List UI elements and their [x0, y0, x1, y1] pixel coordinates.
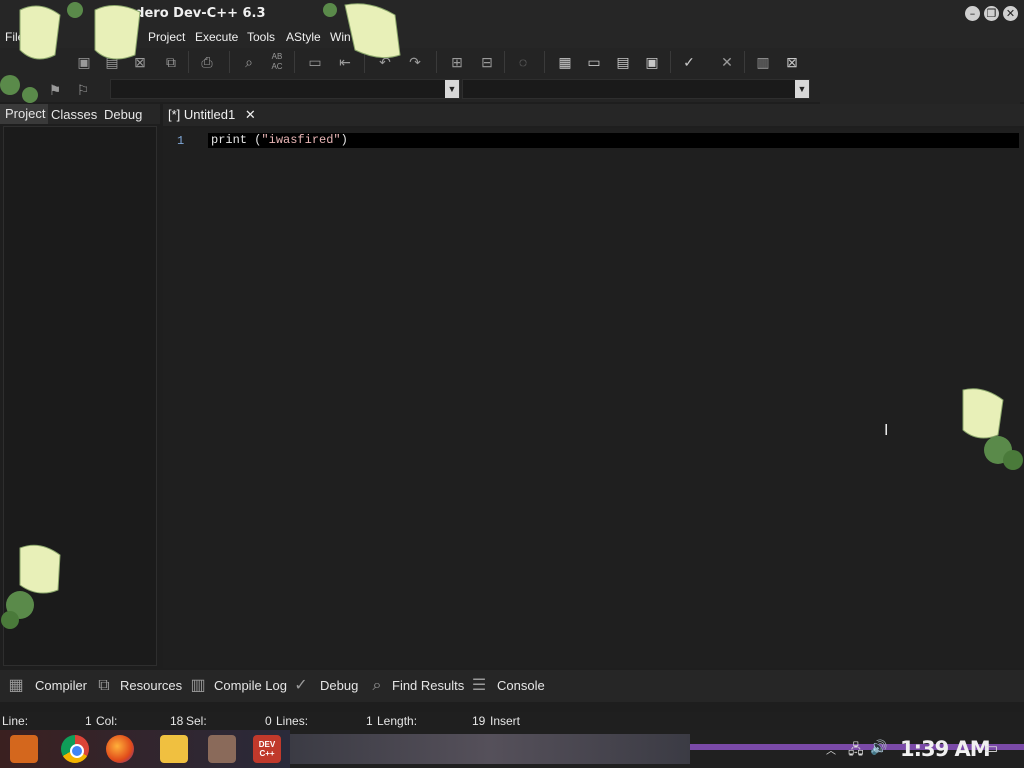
minimize-button[interactable]: –: [965, 6, 980, 21]
status-lines-label: Lines:: [276, 714, 309, 728]
volume-icon[interactable]: 🔊: [870, 739, 887, 756]
status-bar: Line: 1 Col: 18 Sel: 0 Lines: 1 Length: …: [0, 712, 1024, 730]
text-cursor-icon: I: [884, 422, 889, 439]
code-editor[interactable]: 1 print ("iwasfired"): [163, 128, 1024, 668]
comment-icon[interactable]: ◌: [512, 52, 534, 72]
check-icon: ✓: [294, 677, 308, 694]
tiles-icon[interactable]: ▣: [641, 52, 663, 72]
line-number: 1: [177, 134, 185, 148]
console-icon: ☰: [471, 677, 487, 694]
status-length-value: 19: [472, 714, 486, 728]
code-line[interactable]: print ("iwasfired"): [211, 133, 348, 147]
status-mode: Insert: [490, 714, 521, 728]
window-icon[interactable]: ▭: [583, 52, 605, 72]
toolbar-separator: [670, 51, 671, 73]
resources-icon: ⧉: [98, 677, 110, 694]
tray-chevron-icon[interactable]: ︿: [826, 742, 836, 757]
toolbar-separator: [744, 51, 745, 73]
start-icon[interactable]: [10, 735, 38, 763]
tab-console[interactable]: Console: [497, 678, 545, 693]
network-icon[interactable]: 🖧: [848, 739, 864, 763]
devcpp-icon[interactable]: DEV C++: [253, 735, 281, 763]
grid-icon: ▦: [8, 677, 24, 694]
code-text: ): [340, 133, 348, 147]
close-project-icon[interactable]: ⊟: [476, 52, 498, 72]
code-string: "iwasfired": [261, 133, 341, 147]
close-button[interactable]: ✕: [1003, 6, 1018, 21]
status-sel-label: Sel:: [186, 714, 207, 728]
status-sel-value: 0: [265, 714, 272, 728]
chevron-down-icon[interactable]: ▼: [795, 80, 809, 98]
status-length-label: Length:: [377, 714, 418, 728]
chevron-down-icon[interactable]: ▼: [445, 80, 459, 98]
portrait-icon[interactable]: [208, 735, 236, 763]
toolbar-separator: [544, 51, 545, 73]
taskbar: DEV C++ ︿ 🖧 🔊 1:39 AM ▭: [0, 730, 1024, 768]
taskbar-wallpaper: [0, 730, 290, 768]
character-right: [962, 388, 1023, 470]
status-lines-value: 1: [366, 714, 373, 728]
tab-resources[interactable]: Resources: [120, 678, 182, 693]
status-line-label: Line:: [2, 714, 29, 728]
firefox-icon[interactable]: [106, 735, 134, 763]
status-col-value: 18: [170, 714, 184, 728]
table-icon[interactable]: ▤: [612, 52, 634, 72]
tab-compiler[interactable]: Compiler: [35, 678, 87, 693]
tab-compile-log[interactable]: Compile Log: [214, 678, 287, 693]
bar-chart-icon: ▥: [190, 677, 206, 694]
bottom-panel-tabs: ▦ Compiler ⧉ Resources ▥ Compile Log ✓ D…: [0, 670, 1024, 702]
file-explorer-icon[interactable]: [160, 735, 188, 763]
chart-icon[interactable]: ▥: [752, 52, 774, 72]
notification-icon[interactable]: ▭: [984, 739, 998, 757]
function-combo[interactable]: ▼: [462, 79, 810, 99]
status-line-value: 1: [85, 714, 92, 728]
character-left: [1, 544, 61, 629]
code-text: print (: [211, 133, 262, 147]
search-icon: ⌕: [372, 677, 382, 694]
toolbar-separator: [436, 51, 437, 73]
status-col-label: Col:: [96, 714, 118, 728]
tab-find-results[interactable]: Find Results: [392, 678, 464, 693]
chrome-icon[interactable]: [61, 735, 89, 763]
grid-icon[interactable]: ▦: [554, 52, 576, 72]
toolbar-separator: [504, 51, 505, 73]
tab-debug-output[interactable]: Debug: [320, 678, 358, 693]
new-project-icon[interactable]: ⊞: [446, 52, 468, 72]
character-overlay-top: [0, 2, 401, 103]
restore-button[interactable]: ❐: [984, 6, 999, 21]
taskbar-clock[interactable]: 1:39 AM: [900, 737, 991, 761]
stop-icon[interactable]: ⊠: [781, 52, 803, 72]
taskbar-wallpaper: [290, 734, 690, 764]
cross-icon[interactable]: ✕: [716, 52, 738, 72]
check-icon[interactable]: ✓: [678, 52, 700, 72]
